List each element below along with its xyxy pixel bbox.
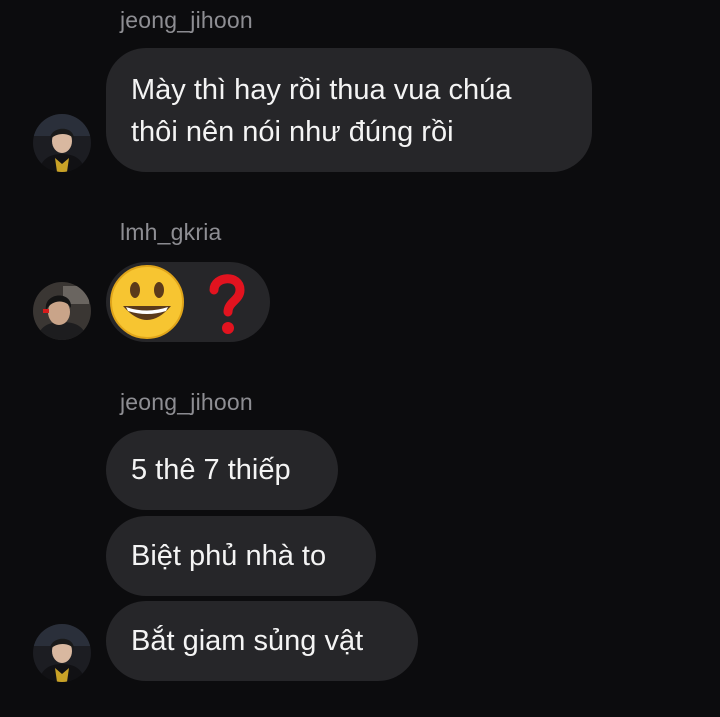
sender-name: jeong_jihoon	[120, 7, 253, 33]
message-line: thôi nên nói như đúng rồi	[131, 116, 454, 148]
profile-photo-icon	[33, 114, 91, 172]
avatar[interactable]	[33, 624, 91, 682]
profile-photo-icon	[33, 624, 91, 682]
message-bubble[interactable]: Biệt phủ nhà to	[106, 516, 376, 596]
sender-name: lmh_gkria	[120, 219, 222, 245]
message-line: Mày thì hay rồi thua vua chúa	[131, 74, 512, 106]
message-line: Biệt phủ nhà to	[131, 540, 327, 572]
message-line: 5 thê 7 thiếp	[131, 454, 291, 486]
emoji-content	[110, 265, 245, 339]
grinning-face-emoji	[110, 265, 184, 339]
red-question-mark-emoji	[209, 274, 245, 334]
message-bubble[interactable]: Mày thì hay rồi thua vua chúa thôi nên n…	[106, 48, 592, 172]
message-bubble[interactable]: Bắt giam sủng vật	[106, 601, 418, 681]
avatar[interactable]	[33, 114, 91, 172]
profile-photo-icon	[33, 282, 91, 340]
message-bubble[interactable]: 5 thê 7 thiếp	[106, 430, 338, 510]
emoji-message-bubble[interactable]	[106, 262, 270, 342]
message-line: Bắt giam sủng vật	[131, 625, 364, 657]
sender-name: jeong_jihoon	[120, 389, 253, 415]
avatar[interactable]	[33, 282, 91, 340]
